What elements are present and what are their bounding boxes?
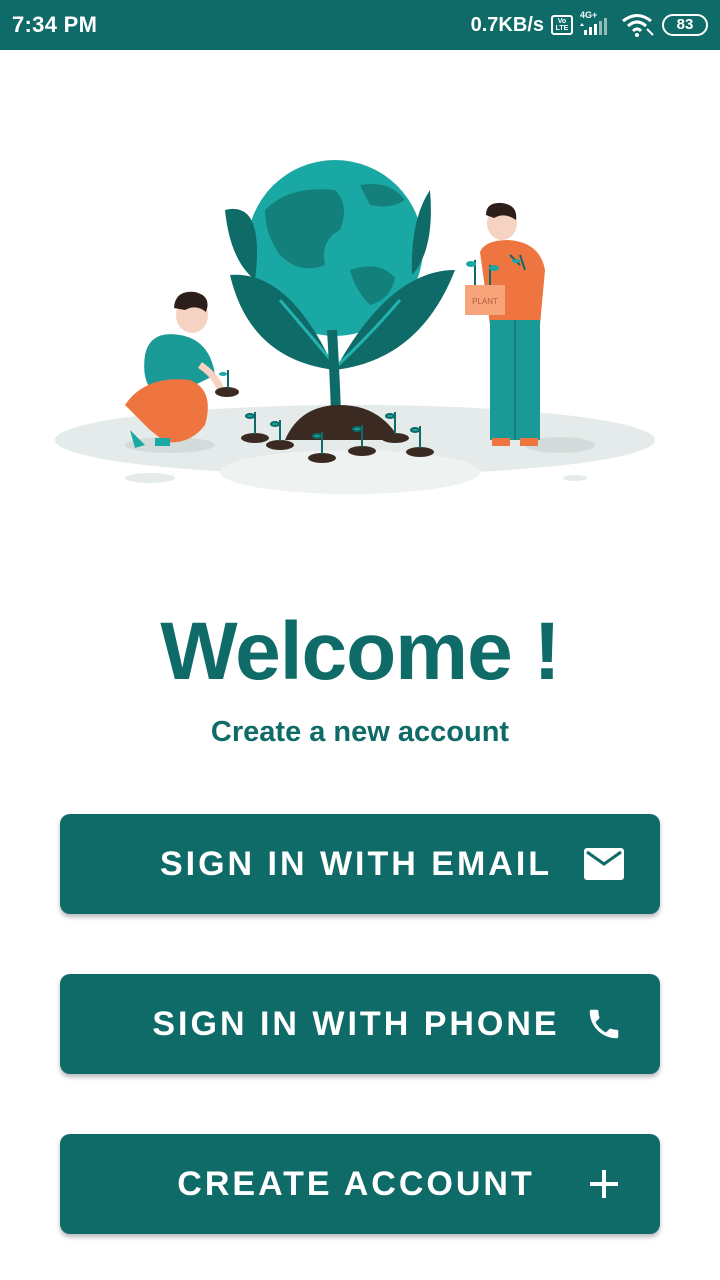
create-account-button[interactable]: CREATE ACCOUNT [60, 1134, 660, 1234]
svg-text:PLANT: PLANT [472, 297, 498, 306]
phone-icon [582, 1002, 626, 1046]
create-account-label: CREATE ACCOUNT [177, 1164, 535, 1203]
battery-icon: 83 [662, 14, 708, 36]
welcome-subtitle: Create a new account [210, 716, 510, 748]
wifi-icon [622, 14, 654, 37]
status-icons: 0.7KB/s Vo LTE 4G+ 83 [470, 10, 708, 37]
welcome-title: Welcome ! [160, 606, 561, 697]
sign-in-phone-label: SIGN IN WITH PHONE [152, 1004, 560, 1043]
plus-icon [582, 1162, 626, 1206]
status-time: 7:34 PM [12, 12, 98, 37]
sign-in-email-button[interactable]: SIGN IN WITH EMAIL [60, 814, 660, 914]
network-speed: 0.7KB/s [470, 13, 544, 36]
sign-in-email-label: SIGN IN WITH EMAIL [159, 844, 553, 883]
status-bar: 7:34 PM 0.7KB/s Vo LTE 4G+ 83 [0, 0, 720, 50]
volte-icon: Vo LTE [551, 15, 573, 35]
sign-in-phone-button[interactable]: SIGN IN WITH PHONE [60, 974, 660, 1074]
gardening-illustration: PLANT [55, 160, 655, 494]
signal-icon: 4G+ [580, 10, 614, 36]
mail-icon [582, 842, 626, 886]
